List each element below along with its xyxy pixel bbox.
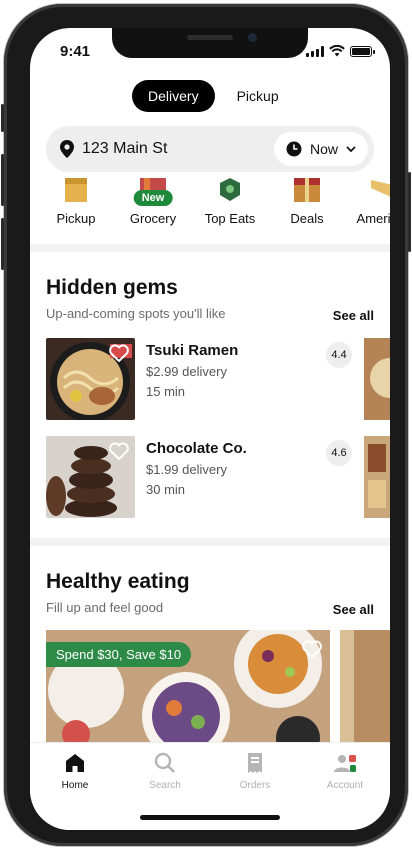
signal-icon: [306, 45, 324, 57]
account-icon: [334, 755, 356, 772]
section-divider: [30, 538, 390, 546]
rating-badge: 4.4: [326, 342, 352, 368]
delivery-fee: $1.99 delivery: [146, 462, 227, 477]
delivery-tab[interactable]: Delivery: [132, 80, 215, 112]
hidden-gems-see-all-link[interactable]: See all: [333, 308, 374, 323]
orders-icon: [248, 753, 262, 773]
screen: 9:41 Delivery Pickup 123 Main St Now Pic…: [30, 28, 390, 830]
home-indicator: [140, 815, 280, 820]
camera: [248, 33, 257, 42]
delivery-time: 30 min: [146, 482, 186, 497]
section-divider: [30, 244, 390, 252]
mode-toggle: Delivery Pickup: [132, 80, 295, 112]
bag-icon: [65, 178, 87, 202]
tab-account[interactable]: Account: [300, 743, 390, 830]
favorite-heart-icon[interactable]: [109, 442, 129, 460]
healthy-eating-see-all-link[interactable]: See all: [333, 602, 374, 617]
next-store-preview[interactable]: [340, 630, 390, 742]
favorite-heart-icon[interactable]: [302, 640, 322, 658]
store-image: [46, 436, 135, 518]
clock-icon: [286, 141, 302, 157]
next-store-preview[interactable]: [364, 436, 390, 518]
deals-icon: [294, 178, 320, 202]
status-icons: [306, 45, 375, 57]
battery-icon: [350, 45, 375, 57]
search-icon: [154, 752, 175, 773]
category-label: Pickup: [56, 211, 96, 226]
tab-label: Search: [149, 780, 181, 791]
american-icon: [371, 180, 390, 197]
hidden-gems-subtitle: Up-and-coming spots you'll like: [46, 306, 226, 321]
power-button: [408, 172, 411, 252]
favorite-heart-icon[interactable]: [109, 344, 129, 362]
store-image: [46, 338, 135, 420]
category-carousel: Pickup New Grocery Top Eats Deals Ameri: [30, 178, 390, 238]
category-label: Deals: [290, 211, 324, 226]
mute-switch: [1, 104, 4, 132]
new-badge: New: [133, 190, 173, 206]
delivery-fee: $2.99 delivery: [146, 364, 227, 379]
delivery-time-select[interactable]: Now: [273, 132, 368, 166]
delivery-time: 15 min: [146, 384, 186, 399]
promo-badge: Spend $30, Save $10: [46, 642, 192, 667]
store-name: Chocolate Co.: [146, 440, 247, 457]
store-card-tsuki-ramen[interactable]: Tsuki Ramen $2.99 delivery 15 min 4.4: [46, 338, 390, 422]
volume-up-button: [1, 154, 4, 206]
location-pin-icon: [60, 140, 74, 158]
top-eats-icon: [220, 178, 240, 201]
home-icon: [66, 754, 84, 772]
phone-frame: 9:41 Delivery Pickup 123 Main St Now Pic…: [1, 4, 411, 846]
chevron-down-icon: [346, 146, 356, 152]
speaker: [187, 35, 233, 40]
address-bar[interactable]: 123 Main St Now: [46, 126, 374, 172]
address-text: 123 Main St: [82, 140, 168, 157]
category-label: American: [356, 211, 390, 226]
category-label: Grocery: [129, 211, 177, 226]
store-name: Tsuki Ramen: [146, 342, 239, 359]
rating-badge: 4.6: [326, 440, 352, 466]
notch: [112, 28, 308, 58]
store-card-chocolate-co[interactable]: Chocolate Co. $1.99 delivery 30 min 4.6: [46, 436, 390, 520]
wifi-icon: [329, 45, 345, 57]
hidden-gems-title: Hidden gems: [46, 276, 178, 299]
category-label: Top Eats: [204, 211, 256, 226]
volume-down-button: [1, 218, 4, 270]
healthy-eating-subtitle: Fill up and feel good: [46, 600, 164, 615]
next-store-preview[interactable]: [364, 338, 390, 420]
tab-label: Orders: [239, 780, 271, 791]
healthy-eating-title: Healthy eating: [46, 570, 190, 593]
pickup-tab[interactable]: Pickup: [221, 80, 295, 112]
tab-home[interactable]: Home: [30, 743, 120, 830]
status-time: 9:41: [60, 43, 91, 60]
delivery-time-label: Now: [309, 141, 338, 157]
tab-label: Account: [326, 780, 364, 791]
tab-label: Home: [61, 780, 89, 791]
healthy-store-card[interactable]: Spend $30, Save $10: [46, 630, 330, 742]
